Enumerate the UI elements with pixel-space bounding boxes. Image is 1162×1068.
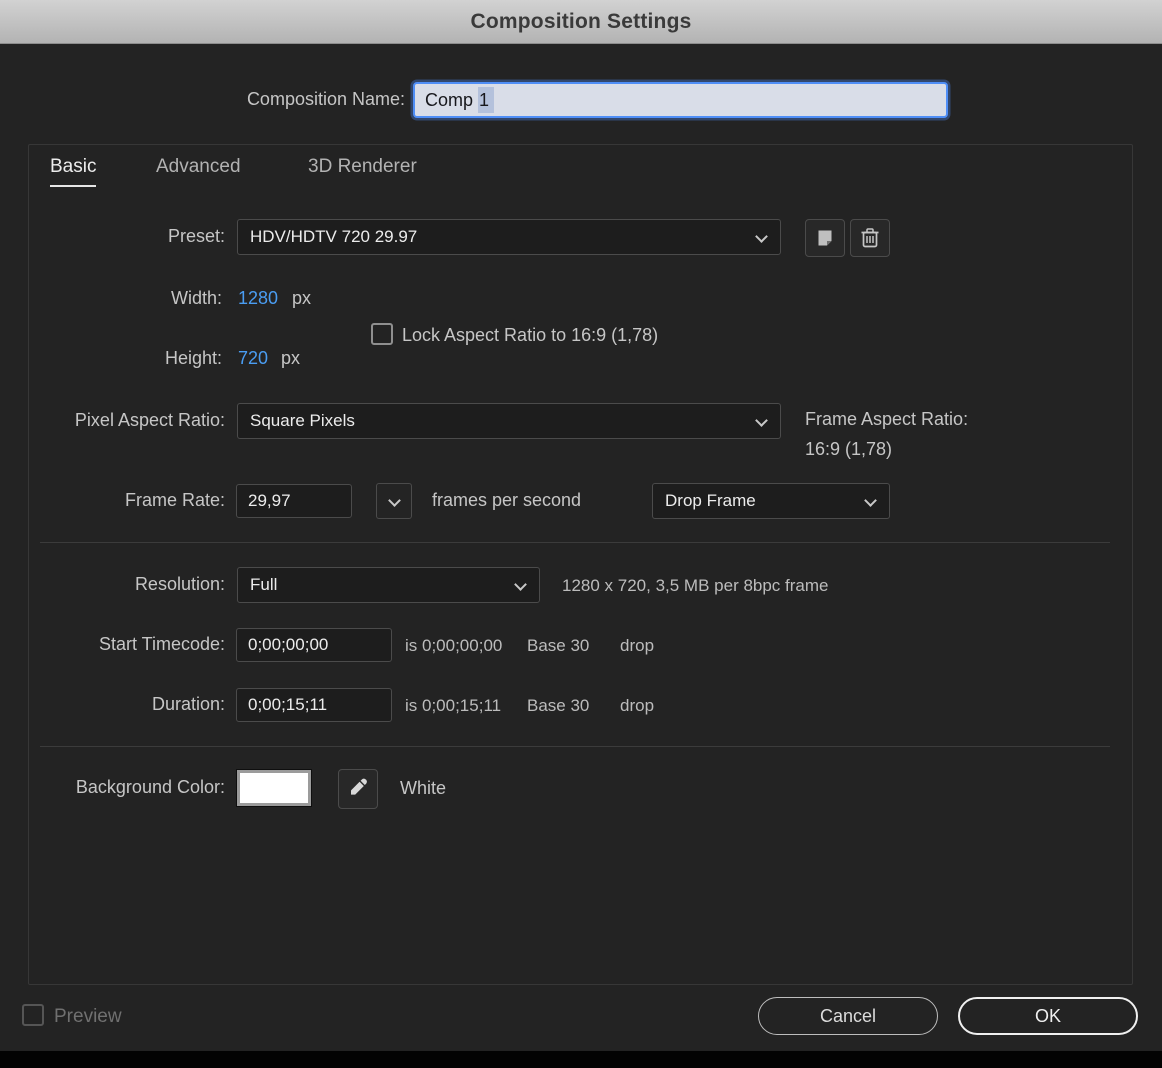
frame-aspect-ratio-value: 16:9 (1,78) — [805, 439, 893, 459]
cancel-button[interactable]: Cancel — [758, 997, 938, 1035]
start-timecode-base-text: Base 30 — [527, 636, 590, 655]
tab-basic-label: Basic — [50, 156, 97, 177]
resolution-value: Full — [250, 575, 278, 594]
preset-select[interactable]: HDV/HDTV 720 29.97 — [237, 219, 781, 255]
lock-aspect-checkbox[interactable] — [371, 323, 393, 345]
chevron-down-icon — [755, 230, 768, 243]
composition-name-label: Composition Name: — [246, 89, 405, 109]
height-unit: px — [281, 348, 301, 368]
preset-label: Preset: — [167, 226, 225, 246]
resolution-info: 1280 x 720, 3,5 MB per 8bpc frame — [562, 576, 829, 595]
duration-label: Duration: — [151, 694, 225, 714]
pixel-aspect-ratio-label: Pixel Aspect Ratio: — [74, 410, 225, 430]
tab-3d-renderer[interactable]: 3D Renderer — [308, 156, 417, 178]
value-unselected: Comp — [425, 89, 479, 110]
frame-rate-menu-button[interactable] — [376, 483, 412, 519]
duration-row: Duration: is 0;00;15;11 Base 30 drop — [0, 686, 1162, 726]
trash-icon — [861, 228, 879, 248]
delete-preset-button[interactable] — [850, 219, 890, 257]
ok-button[interactable]: OK — [958, 997, 1138, 1035]
start-timecode-input[interactable] — [236, 628, 392, 662]
lock-aspect-label: Lock Aspect Ratio to 16:9 (1,78) — [402, 325, 659, 345]
start-timecode-label: Start Timecode: — [98, 634, 225, 654]
height-row: Height: 720 px — [0, 346, 1162, 374]
composition-name-value: Comp 1 — [425, 86, 495, 113]
start-timecode-drop-text: drop — [620, 636, 655, 655]
duration-is-text: is 0;00;15;11 — [405, 696, 502, 715]
start-timecode-row: Start Timecode: is 0;00;00;00 Base 30 dr… — [0, 626, 1162, 666]
chevron-down-icon — [755, 414, 768, 427]
screen-background-strip — [0, 1051, 1162, 1068]
lock-aspect-row: Lock Aspect Ratio to 16:9 (1,78) — [0, 321, 1162, 349]
save-preset-button[interactable] — [805, 219, 845, 257]
tab-advanced[interactable]: Advanced — [156, 156, 241, 178]
duration-input[interactable] — [236, 688, 392, 722]
preset-row: Preset: HDV/HDTV 720 29.97 — [0, 218, 1162, 258]
value-selected-text: 1 — [478, 86, 495, 113]
pixel-aspect-ratio-select[interactable]: Square Pixels — [237, 403, 781, 439]
frame-aspect-ratio-block: Frame Aspect Ratio: 16:9 (1,78) — [805, 404, 968, 464]
pixel-aspect-ratio-row: Pixel Aspect Ratio: Square Pixels Frame … — [0, 402, 1162, 462]
pixel-aspect-ratio-value: Square Pixels — [250, 411, 355, 430]
resolution-select[interactable]: Full — [237, 567, 540, 603]
preview-checkbox[interactable] — [22, 1004, 44, 1026]
drop-frame-value: Drop Frame — [665, 491, 756, 510]
composition-name-row: Composition Name: Comp 1 — [0, 82, 1162, 122]
frame-aspect-ratio-label: Frame Aspect Ratio: — [805, 409, 969, 429]
background-color-label: Background Color: — [75, 777, 225, 797]
width-value[interactable]: 1280 — [238, 288, 278, 309]
tab-3d-renderer-label: 3D Renderer — [308, 156, 417, 177]
chevron-down-icon — [864, 494, 877, 507]
tab-advanced-label: Advanced — [156, 156, 241, 177]
height-value[interactable]: 720 — [238, 348, 268, 369]
duration-base-text: Base 30 — [527, 696, 590, 715]
window-titlebar[interactable]: Composition Settings — [0, 0, 1162, 44]
preset-value: HDV/HDTV 720 29.97 — [250, 227, 418, 246]
drop-frame-select[interactable]: Drop Frame — [652, 483, 890, 519]
background-color-name: White — [400, 778, 447, 798]
frame-rate-row: Frame Rate: frames per second Drop Frame — [0, 482, 1162, 522]
duration-drop-text: drop — [620, 696, 655, 715]
composition-settings-dialog: Composition Settings Composition Name: C… — [0, 0, 1162, 1068]
composition-name-input[interactable]: Comp 1 — [413, 82, 948, 118]
preview-label: Preview — [54, 1006, 122, 1027]
settings-panel — [28, 144, 1133, 985]
window-title: Composition Settings — [470, 9, 692, 33]
frames-per-second-label: frames per second — [432, 490, 582, 510]
divider — [40, 542, 1110, 543]
chevron-down-icon — [514, 578, 527, 591]
eyedropper-icon — [351, 778, 367, 795]
frame-rate-label: Frame Rate: — [124, 490, 225, 510]
resolution-label: Resolution: — [134, 574, 225, 594]
divider — [40, 746, 1110, 747]
eyedropper-button[interactable] — [338, 769, 378, 809]
height-label: Height: — [164, 348, 222, 368]
background-color-swatch[interactable] — [236, 769, 312, 807]
background-color-row: Background Color: White — [0, 766, 1162, 814]
width-unit: px — [292, 288, 312, 308]
width-row: Width: 1280 px — [0, 286, 1162, 314]
save-preset-icon — [818, 230, 832, 246]
resolution-row: Resolution: Full 1280 x 720, 3,5 MB per … — [0, 566, 1162, 606]
start-timecode-is-text: is 0;00;00;00 — [405, 636, 503, 655]
chevron-down-icon — [388, 494, 401, 507]
width-label: Width: — [170, 288, 222, 308]
frame-rate-input[interactable] — [236, 484, 352, 518]
tab-basic[interactable]: Basic — [50, 156, 97, 187]
